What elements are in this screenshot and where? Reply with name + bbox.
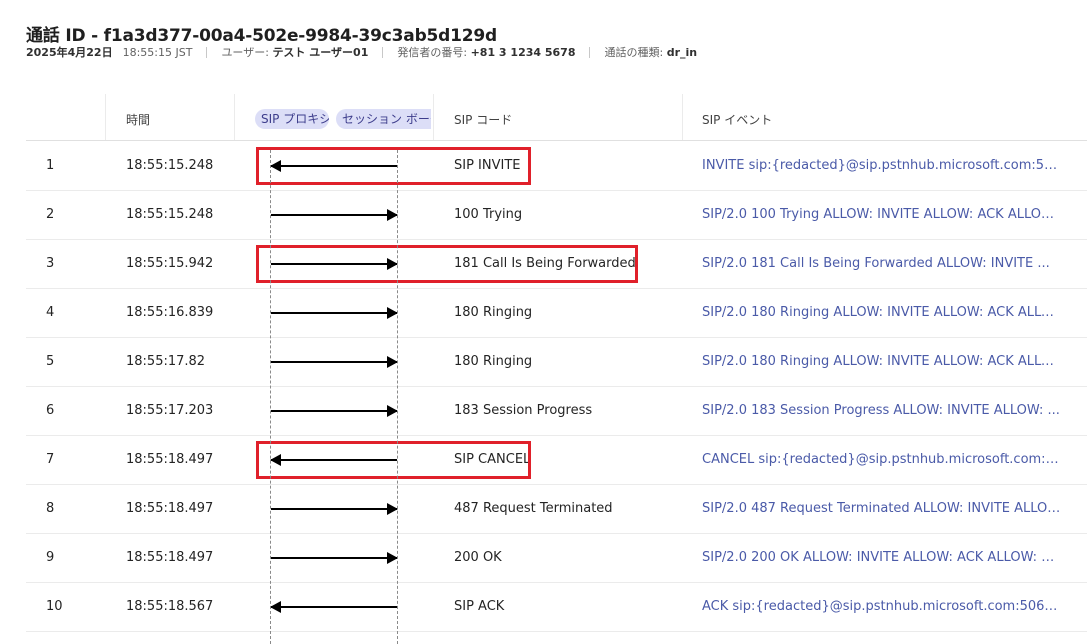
meta-divider	[382, 46, 384, 58]
arrow-right-icon	[271, 405, 398, 417]
row-sip-code: 200 OK	[454, 550, 502, 565]
row-time: 18:55:17.82	[126, 354, 206, 369]
meta-divider	[589, 46, 591, 58]
table-row[interactable]: 2 18:55:15.248 100 Trying SIP/2.0 100 Tryin…	[26, 190, 1087, 240]
row-sip-event-link[interactable]: SIP/2.0 181 Call Is Being Forwarded ALLO…	[702, 239, 1062, 288]
caller-value: +81 3 1234 5678	[470, 45, 576, 59]
row-number: 6	[46, 403, 55, 418]
table-row[interactable]: 1 18:55:15.248 SIP INVITE INVITE sip:{redac…	[26, 141, 1087, 191]
column-header-session-border-controller[interactable]: セッション ボーダー コントローラー	[336, 109, 431, 129]
row-sip-code: 180 Ringing	[454, 305, 533, 320]
arrow-right-icon	[271, 307, 398, 319]
row-number: 5	[46, 354, 55, 369]
call-time: 18:55:15 JST	[122, 45, 193, 59]
table-row[interactable]: 4 18:55:16.839 180 Ringing SIP/2.0 180 Ring…	[26, 288, 1087, 338]
row-sip-code: 100 Trying	[454, 207, 523, 222]
session-border-controller-lifeline	[397, 150, 398, 644]
row-time: 18:55:15.942	[126, 256, 214, 271]
table-row[interactable]: 7 18:55:18.497 SIP CANCEL CANCEL sip:{redac…	[26, 435, 1087, 485]
row-time: 18:55:18.497	[126, 550, 214, 565]
row-sip-event-link[interactable]: SIP/2.0 487 Request Terminated ALLOW: IN…	[702, 484, 1062, 533]
row-time: 18:55:18.567	[126, 599, 214, 614]
row-sip-event-link[interactable]: INVITE sip:{redacted}@sip.pstnhub.micros…	[702, 141, 1062, 190]
row-sip-event-link[interactable]: SIP/2.0 183 Session Progress ALLOW: INVI…	[702, 386, 1062, 435]
type-label: 通話の種類:	[604, 46, 664, 59]
row-time: 18:55:16.839	[126, 305, 214, 320]
arrow-left-icon	[270, 601, 397, 613]
row-number: 10	[46, 599, 63, 614]
caller-label: 発信者の番号:	[397, 46, 468, 59]
arrow-right-icon	[271, 356, 398, 368]
column-divider	[105, 94, 106, 140]
column-header-sip-event[interactable]: SIP イベント	[702, 94, 772, 140]
row-number: 4	[46, 305, 55, 320]
arrow-right-icon	[271, 552, 398, 564]
arrow-right-icon	[271, 209, 398, 221]
type-value: dr_in	[666, 45, 698, 59]
column-divider	[682, 94, 683, 140]
row-sip-code: 180 Ringing	[454, 354, 533, 369]
row-number: 3	[46, 256, 55, 271]
table-row[interactable]: 10 18:55:18.567 SIP ACK ACK sip:{redacted}@…	[26, 582, 1087, 632]
arrowhead-icon	[270, 601, 281, 613]
row-number: 7	[46, 452, 55, 467]
call-date: 2025年4月22日	[26, 46, 113, 59]
sip-ladder-table: 時間 SIP プロキシ セッション ボーダー コントローラー SIP コード S…	[26, 94, 1087, 644]
row-time: 18:55:17.203	[126, 403, 214, 418]
highlight-box	[256, 147, 531, 185]
page-title: 通話 ID - f1a3d377-00a4-502e-9984-39c3ab5d…	[26, 26, 497, 46]
table-row[interactable]: 5 18:55:17.82 180 Ringing SIP/2.0 180 Ringi…	[26, 337, 1087, 387]
arrow-right-icon	[271, 503, 398, 515]
row-time: 18:55:18.497	[126, 501, 214, 516]
table-row[interactable]: 9 18:55:18.497 200 OK SIP/2.0 200 OK ALLOW:…	[26, 533, 1087, 583]
row-sip-code: 183 Session Progress	[454, 403, 593, 418]
meta-divider	[206, 46, 208, 58]
row-sip-event-link[interactable]: SIP/2.0 180 Ringing ALLOW: INVITE ALLOW:…	[702, 337, 1062, 386]
row-time: 18:55:15.248	[126, 158, 214, 173]
sip-proxy-lifeline	[270, 150, 271, 644]
column-header-sip-proxy[interactable]: SIP プロキシ	[255, 109, 329, 129]
highlight-box	[256, 245, 638, 283]
table-header: 時間 SIP プロキシ セッション ボーダー コントローラー SIP コード S…	[26, 94, 1087, 141]
column-header-sip-code[interactable]: SIP コード	[454, 94, 512, 140]
highlight-box	[256, 441, 531, 479]
row-number: 1	[46, 158, 55, 173]
row-time: 18:55:15.248	[126, 207, 214, 222]
user-label: ユーザー:	[221, 46, 269, 59]
row-number: 9	[46, 550, 55, 565]
row-time: 18:55:18.497	[126, 452, 214, 467]
row-sip-event-link[interactable]: SIP/2.0 180 Ringing ALLOW: INVITE ALLOW:…	[702, 288, 1062, 337]
call-meta: 2025年4月22日 18:55:15 JST ユーザー: テスト ユーザー01…	[26, 44, 697, 60]
user-value: テスト ユーザー01	[272, 46, 369, 59]
row-sip-event-link[interactable]: ACK sip:{redacted}@sip.pstnhub.microsoft…	[702, 582, 1062, 631]
row-number: 2	[46, 207, 55, 222]
table-row[interactable]: 6 18:55:17.203 183 Session Progress SIP/2.0…	[26, 386, 1087, 436]
column-divider	[234, 94, 235, 140]
row-sip-code: SIP ACK	[454, 599, 505, 614]
row-sip-event-link[interactable]: SIP/2.0 100 Trying ALLOW: INVITE ALLOW: …	[702, 190, 1062, 239]
column-header-time[interactable]: 時間	[126, 94, 150, 140]
table-row[interactable]: 8 18:55:18.497 487 Request Terminated SIP/2…	[26, 484, 1087, 534]
row-number: 8	[46, 501, 55, 516]
row-sip-event-link[interactable]: CANCEL sip:{redacted}@sip.pstnhub.micros…	[702, 435, 1062, 484]
row-sip-event-link[interactable]: SIP/2.0 200 OK ALLOW: INVITE ALLOW: ACK …	[702, 533, 1062, 582]
row-sip-code: 487 Request Terminated	[454, 501, 613, 516]
column-divider	[433, 94, 434, 140]
